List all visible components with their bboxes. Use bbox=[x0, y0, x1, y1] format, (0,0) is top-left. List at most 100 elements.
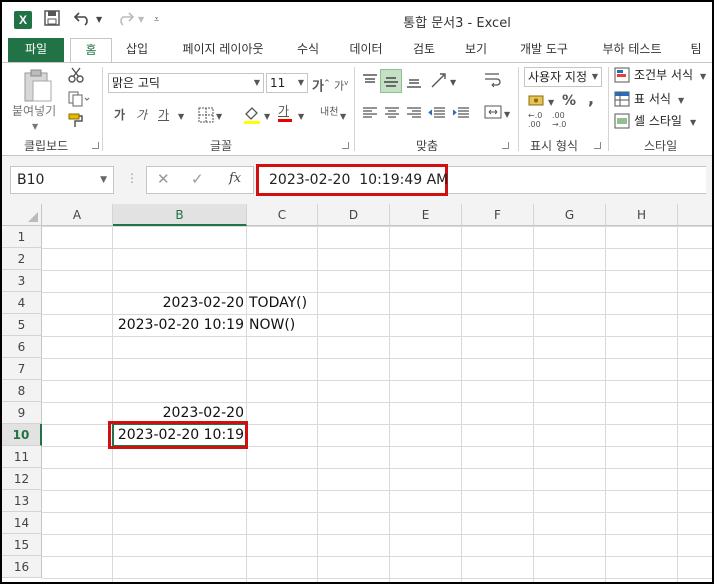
formula-input[interactable]: 2023-02-20 10:19:49 AM bbox=[256, 164, 448, 196]
grow-font-button[interactable]: 가^ bbox=[312, 75, 330, 95]
cell-c5[interactable]: NOW() bbox=[249, 314, 369, 336]
align-left-icon[interactable] bbox=[362, 105, 378, 126]
cell-b5[interactable]: 2023-02-20 10:19 bbox=[113, 314, 244, 336]
tab-file[interactable]: 파일 bbox=[8, 38, 64, 62]
column-header-i[interactable] bbox=[678, 204, 712, 226]
comma-button[interactable]: , bbox=[588, 91, 594, 107]
align-center-icon[interactable] bbox=[384, 105, 400, 126]
formula-input-extension[interactable] bbox=[448, 166, 706, 194]
conditional-format-button[interactable]: 조건부 서식 bbox=[634, 67, 693, 83]
column-header-a[interactable]: A bbox=[42, 204, 113, 226]
cell-style-dropdown-icon[interactable]: ▼ bbox=[690, 115, 696, 131]
row-header-3[interactable]: 3 bbox=[2, 270, 42, 292]
cancel-icon[interactable]: ✕ bbox=[157, 170, 170, 188]
cell-style-icon[interactable] bbox=[614, 113, 630, 134]
percent-button[interactable]: % bbox=[562, 93, 576, 109]
table-format-icon[interactable] bbox=[614, 91, 630, 112]
tab-page-layout[interactable]: 페이지 레이아웃 bbox=[166, 38, 280, 62]
tab-formulas[interactable]: 수식 bbox=[286, 38, 330, 62]
paste-label[interactable]: 붙여넣기 bbox=[12, 103, 56, 119]
cell-b4[interactable]: 2023-02-20 bbox=[113, 292, 244, 314]
tab-insert[interactable]: 삽입 bbox=[116, 38, 158, 62]
conditional-format-icon[interactable] bbox=[614, 67, 630, 88]
format-painter-icon[interactable] bbox=[68, 113, 84, 134]
tab-team[interactable]: 팀 bbox=[682, 38, 710, 62]
cut-icon[interactable] bbox=[68, 67, 84, 88]
column-header-e[interactable]: E bbox=[390, 204, 462, 226]
cell-area[interactable]: 2023-02-20 TODAY() 2023-02-20 10:19 NOW(… bbox=[42, 226, 712, 582]
accounting-dropdown-icon[interactable]: ▼ bbox=[548, 95, 554, 111]
tab-load-test[interactable]: 부하 테스트 bbox=[590, 38, 674, 62]
tab-developer[interactable]: 개발 도구 bbox=[506, 38, 582, 62]
row-header-16[interactable]: 16 bbox=[2, 556, 42, 578]
wrap-text-icon[interactable] bbox=[484, 71, 502, 94]
column-header-g[interactable]: G bbox=[534, 204, 606, 226]
copy-icon[interactable] bbox=[68, 91, 90, 112]
orientation-dropdown-icon[interactable]: ▼ bbox=[450, 75, 456, 91]
row-header-10[interactable]: 10 bbox=[2, 424, 42, 446]
align-middle-icon[interactable] bbox=[380, 69, 402, 93]
border-icon[interactable] bbox=[198, 107, 214, 128]
row-header-14[interactable]: 14 bbox=[2, 512, 42, 534]
increase-indent-icon[interactable] bbox=[452, 105, 470, 126]
phonetic-dropdown-icon[interactable]: ▼ bbox=[340, 109, 346, 125]
border-dropdown-icon[interactable]: ▼ bbox=[216, 109, 222, 125]
number-launcher-icon[interactable] bbox=[594, 142, 601, 149]
row-header-15[interactable]: 15 bbox=[2, 534, 42, 556]
select-all-button[interactable] bbox=[2, 204, 42, 226]
phonetic-button[interactable]: 내천 bbox=[320, 105, 338, 121]
underline-button[interactable]: 가 bbox=[158, 107, 169, 123]
merge-dropdown-icon[interactable]: ▼ bbox=[504, 107, 510, 123]
row-header-6[interactable]: 6 bbox=[2, 336, 42, 358]
font-size-select[interactable]: 11 ▼ bbox=[266, 73, 308, 93]
name-box[interactable]: B10 ▼ bbox=[10, 166, 114, 194]
decrease-decimal-icon[interactable]: .00 →.0 bbox=[552, 111, 566, 129]
cell-style-button[interactable]: 셀 스타일 bbox=[634, 113, 682, 129]
font-color-button[interactable]: 가 bbox=[278, 103, 292, 122]
align-bottom-icon[interactable] bbox=[406, 73, 422, 94]
cell-c4[interactable]: TODAY() bbox=[249, 292, 369, 314]
row-header-8[interactable]: 8 bbox=[2, 380, 42, 402]
alignment-launcher-icon[interactable] bbox=[502, 142, 509, 149]
font-color-dropdown-icon[interactable]: ▼ bbox=[298, 109, 304, 125]
row-header-4[interactable]: 4 bbox=[2, 292, 42, 314]
tab-review[interactable]: 검토 bbox=[402, 38, 446, 62]
insert-function-icon[interactable]: fx bbox=[229, 171, 241, 186]
enter-icon[interactable]: ✓ bbox=[191, 170, 204, 188]
row-header-9[interactable]: 9 bbox=[2, 402, 42, 424]
row-header-13[interactable]: 13 bbox=[2, 490, 42, 512]
tab-data[interactable]: 데이터 bbox=[338, 38, 394, 62]
more-options-icon[interactable]: ⋮ bbox=[126, 171, 138, 185]
paste-dropdown-icon[interactable]: ▼ bbox=[32, 119, 38, 135]
italic-button[interactable]: 가 bbox=[136, 107, 147, 123]
bold-button[interactable]: 가 bbox=[114, 107, 125, 123]
column-header-d[interactable]: D bbox=[318, 204, 390, 226]
table-format-button[interactable]: 표 서식 bbox=[634, 91, 671, 107]
row-header-7[interactable]: 7 bbox=[2, 358, 42, 380]
clipboard-launcher-icon[interactable] bbox=[92, 142, 99, 149]
increase-decimal-icon[interactable]: ←.0.00 bbox=[528, 111, 542, 129]
row-header-5[interactable]: 5 bbox=[2, 314, 42, 336]
column-header-f[interactable]: F bbox=[462, 204, 534, 226]
column-header-c[interactable]: C bbox=[247, 204, 318, 226]
underline-dropdown-icon[interactable]: ▼ bbox=[178, 109, 184, 125]
align-top-icon[interactable] bbox=[362, 73, 378, 94]
number-format-select[interactable]: 사용자 지정 ▼ bbox=[524, 67, 602, 87]
font-launcher-icon[interactable] bbox=[342, 142, 349, 149]
merge-center-icon[interactable] bbox=[484, 103, 502, 126]
align-right-icon[interactable] bbox=[406, 105, 422, 126]
font-name-select[interactable]: 맑은 고딕 ▼ bbox=[108, 73, 264, 93]
decrease-indent-icon[interactable] bbox=[428, 105, 446, 126]
conditional-format-dropdown-icon[interactable]: ▼ bbox=[700, 69, 706, 85]
column-header-b[interactable]: B bbox=[113, 204, 247, 226]
row-header-2[interactable]: 2 bbox=[2, 248, 42, 270]
row-header-1[interactable]: 1 bbox=[2, 226, 42, 248]
orientation-icon[interactable] bbox=[430, 71, 450, 94]
fill-dropdown-icon[interactable]: ▼ bbox=[264, 109, 270, 125]
tab-view[interactable]: 보기 bbox=[454, 38, 498, 62]
fill-color-icon[interactable] bbox=[242, 105, 262, 130]
row-header-12[interactable]: 12 bbox=[2, 468, 42, 490]
table-format-dropdown-icon[interactable]: ▼ bbox=[678, 93, 684, 109]
row-header-11[interactable]: 11 bbox=[2, 446, 42, 468]
shrink-font-button[interactable]: 가v bbox=[334, 75, 348, 95]
